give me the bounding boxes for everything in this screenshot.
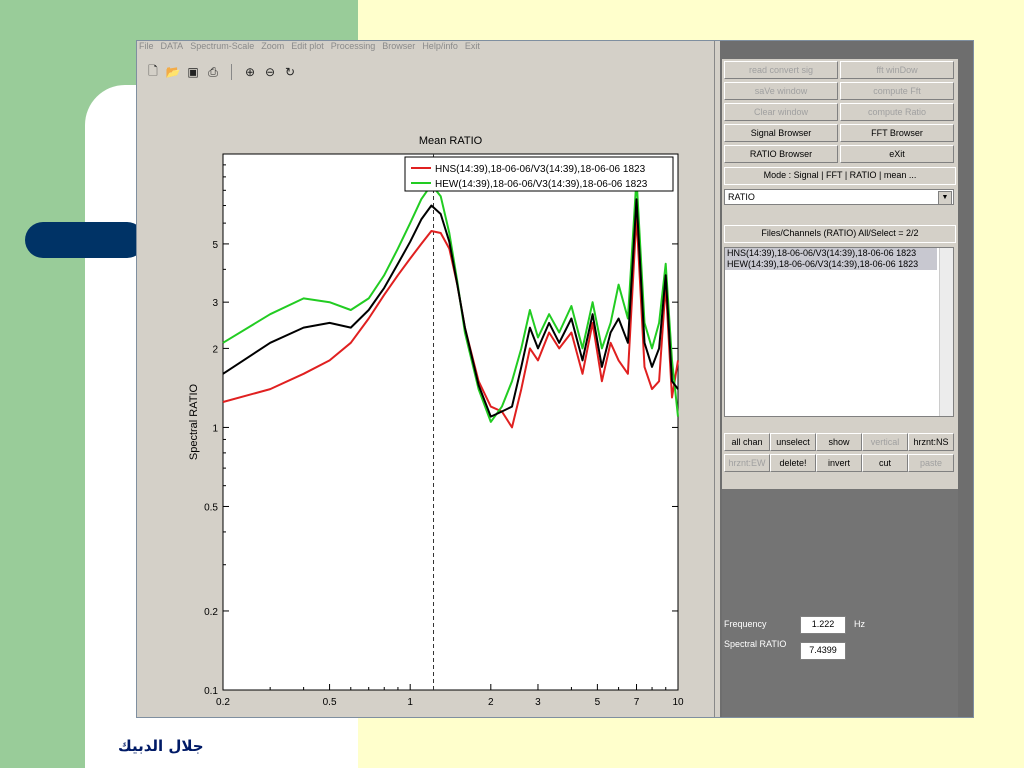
x-tick-label: 0.2 <box>216 697 230 708</box>
print-icon[interactable]: ⎙ <box>205 65 221 80</box>
zoom-in-icon[interactable]: ⊕ <box>242 65 258 79</box>
button-compute-fft[interactable]: compute Fft <box>840 82 954 100</box>
button-paste[interactable]: paste <box>908 454 954 472</box>
button-ratio-browser[interactable]: RATIO Browser <box>724 145 838 163</box>
button-show[interactable]: show <box>816 433 862 451</box>
mode-select[interactable]: RATIO ▼ <box>724 189 954 205</box>
menu-processing[interactable]: Processing <box>331 41 376 51</box>
y-axis-label: Spectral RATIO <box>188 383 200 460</box>
button-fft-browser[interactable]: FFT Browser <box>840 124 954 142</box>
x-tick-label: 0.5 <box>323 697 337 708</box>
menu-spectrum-scale[interactable]: Spectrum-Scale <box>190 41 254 51</box>
button-signal-browser[interactable]: Signal Browser <box>724 124 838 142</box>
y-tick-label: 0.2 <box>204 607 218 618</box>
button-fft-window[interactable]: fft winDow <box>840 61 954 79</box>
legend-entry: HNS(14:39),18-06-06/V3(14:39),18-06-06 1… <box>435 164 646 175</box>
menu-zoom[interactable]: Zoom <box>261 41 284 51</box>
menu-help[interactable]: Help/info <box>422 41 458 51</box>
control-panel-inner: Mode : Signal | FFT | RATIO | mean ... R… <box>722 59 958 717</box>
button-save-window[interactable]: saVe window <box>724 82 838 100</box>
readout-area: Frequency 1.222 Hz Spectral RATIO 7.4399 <box>722 489 958 717</box>
slide-bullet-bar <box>25 222 145 258</box>
control-panel: Mode : Signal | FFT | RATIO | mean ... R… <box>720 41 973 717</box>
button-all-chan[interactable]: all chan <box>724 433 770 451</box>
y-tick-label: 3 <box>212 298 218 309</box>
frequency-value: 1.222 <box>800 616 846 634</box>
button-delete-[interactable]: delete! <box>770 454 816 472</box>
ratio-app-window: File DATA Spectrum-Scale Zoom Edit plot Proce… <box>136 40 974 718</box>
list-item[interactable]: HNS(14:39),18-06-06/V3(14:39),18-06-06 1… <box>725 248 937 259</box>
y-tick-label: 5 <box>212 240 218 251</box>
toolbar-separator <box>231 64 232 80</box>
files-scrollbar[interactable] <box>939 248 953 416</box>
y-tick-label: 2 <box>212 344 218 355</box>
frequency-unit: Hz <box>854 619 865 629</box>
files-label: Files/Channels (RATIO) All/Select = 2/2 <box>724 225 956 243</box>
frequency-label: Frequency <box>724 619 767 629</box>
menu-bar: File DATA Spectrum-Scale Zoom Edit plot Proce… <box>137 41 714 55</box>
legend-entry: HEW(14:39),18-06-06/V3(14:39),18-06-06 1… <box>435 179 648 190</box>
mode-select-value: RATIO <box>728 192 755 202</box>
menu-data[interactable]: DATA <box>161 41 184 51</box>
toolbar: 🗋 📂 ▣ ⎙ ⊕ ⊖ ↻ <box>145 63 298 81</box>
save-icon[interactable]: ▣ <box>185 65 201 79</box>
slide-caption: جلال الدبيك <box>118 737 204 755</box>
menu-edit-plot[interactable]: Edit plot <box>291 41 324 51</box>
button-invert[interactable]: invert <box>816 454 862 472</box>
y-tick-label: 0.1 <box>204 686 218 697</box>
button-vertical[interactable]: vertical <box>862 433 908 451</box>
button-clear-window[interactable]: Clear window <box>724 103 838 121</box>
x-tick-label: 7 <box>634 697 640 708</box>
x-tick-label: 10 <box>672 697 684 708</box>
button-hrznt-ns[interactable]: hrznt:NS <box>908 433 954 451</box>
button-cut[interactable]: cut <box>862 454 908 472</box>
button-compute-ratio[interactable]: compute Ratio <box>840 103 954 121</box>
x-tick-label: 1 <box>407 697 413 708</box>
zoom-out-icon[interactable]: ⊖ <box>262 65 278 79</box>
menu-file[interactable]: File <box>139 41 154 51</box>
plot-area: Mean RATIOFrequency (Hz)Spectral RATIO0.… <box>137 81 714 718</box>
x-tick-label: 2 <box>488 697 494 708</box>
button-exit[interactable]: eXit <box>840 145 954 163</box>
x-tick-label: 5 <box>595 697 601 708</box>
open-folder-icon[interactable]: 📂 <box>165 65 181 79</box>
rotate-icon[interactable]: ↻ <box>282 65 298 79</box>
ratio-label: Spectral RATIO <box>724 639 787 649</box>
chevron-down-icon[interactable]: ▼ <box>938 191 952 205</box>
button-hrznt-ew[interactable]: hrznt:EW <box>724 454 770 472</box>
ratio-chart[interactable]: Mean RATIOFrequency (Hz)Spectral RATIO0.… <box>137 81 714 718</box>
ratio-value: 7.4399 <box>800 642 846 660</box>
new-file-icon[interactable]: 🗋 <box>145 62 161 83</box>
x-tick-label: 3 <box>535 697 541 708</box>
button-read-convert-sig[interactable]: read convert sig <box>724 61 838 79</box>
mode-label: Mode : Signal | FFT | RATIO | mean ... <box>724 167 956 185</box>
y-tick-label: 1 <box>212 423 218 434</box>
menu-browser[interactable]: Browser <box>382 41 415 51</box>
files-list[interactable]: HNS(14:39),18-06-06/V3(14:39),18-06-06 1… <box>724 247 954 417</box>
button-unselect[interactable]: unselect <box>770 433 816 451</box>
chart-title: Mean RATIO <box>419 135 483 147</box>
y-tick-label: 0.5 <box>204 502 218 513</box>
menu-exit[interactable]: Exit <box>465 41 480 51</box>
list-item[interactable]: HEW(14:39),18-06-06/V3(14:39),18-06-06 1… <box>725 259 937 270</box>
